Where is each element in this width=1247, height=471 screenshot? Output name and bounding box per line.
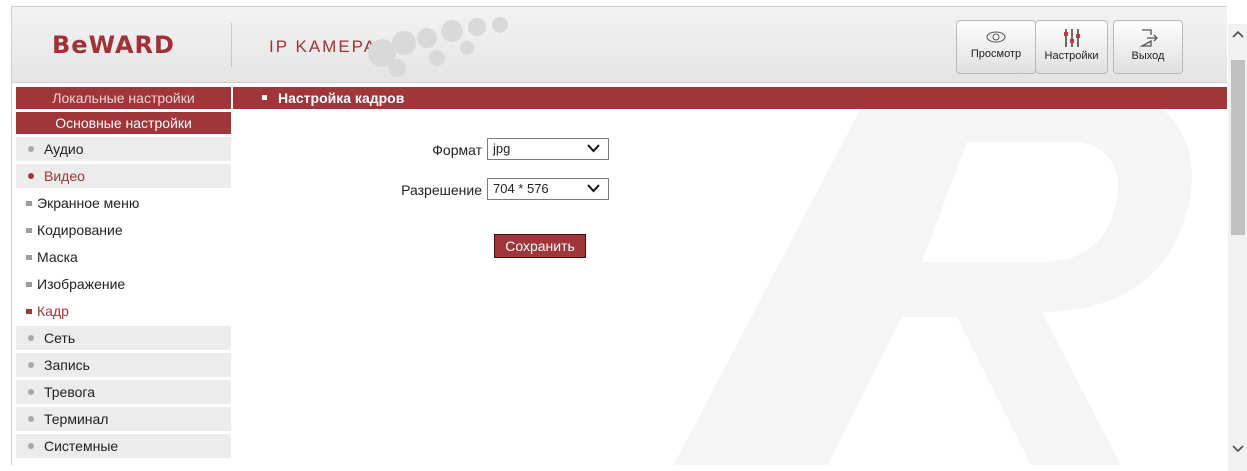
save-button[interactable]: Сохранить [494,234,586,258]
header: BeWARD IP KAMEPA Просмотр Настройки Выхо… [12,7,1227,83]
settings-button[interactable]: Настройки [1035,20,1108,74]
bullet-icon [28,173,34,179]
scroll-down-icon[interactable] [1232,444,1244,453]
bullet-icon [28,416,34,422]
section-title: Настройка кадров [278,90,405,106]
section-title-bar: Настройка кадров [233,87,1227,109]
exit-button-label: Выход [1131,50,1165,62]
scrollbar-thumb[interactable] [1231,60,1245,235]
format-row: Формат [312,139,482,161]
resolution-select-value: 704 * 576 [493,181,549,196]
world-map-decoration [368,17,508,77]
sidebar-sub-image[interactable]: Изображение [16,272,231,296]
view-button-label: Просмотр [970,48,1022,60]
format-select[interactable]: jpg [487,138,609,160]
sidebar-sub-label: Маска [37,249,78,265]
sidebar-item-label: Сеть [44,330,76,346]
sidebar-item-label: Аудио [44,141,84,157]
sidebar-sub-mask[interactable]: Маска [16,245,231,269]
sidebar-item-audio[interactable]: Аудио [16,137,231,161]
format-label: Формат [432,142,482,158]
format-select-value: jpg [493,141,511,156]
sidebar: Локальные настройки Основные настройки А… [16,87,231,461]
sidebar-item-label: Тревога [44,384,95,400]
sidebar-sub-label: Изображение [37,276,126,292]
app-frame: BeWARD IP KAMEPA Просмотр Настройки Выхо… [11,6,1227,465]
sidebar-sub-osd[interactable]: Экранное меню [16,191,231,215]
bullet-icon [262,95,267,100]
resolution-row: Разрешение [312,179,482,201]
resolution-select[interactable]: 704 * 576 [487,178,609,200]
sidebar-item-label: Системные [44,438,119,454]
bullet-icon [26,309,32,314]
scroll-up-icon[interactable] [1232,30,1244,39]
sidebar-item-system[interactable]: Системные [16,434,231,458]
bullet-icon [28,389,34,395]
bullet-icon [26,228,32,233]
bullet-icon [26,255,32,260]
bullet-icon [28,146,34,152]
sidebar-item-network[interactable]: Сеть [16,326,231,350]
header-divider [231,23,232,67]
eye-icon [986,31,1006,43]
resolution-label: Разрешение [401,182,482,198]
exit-icon [1139,29,1158,47]
sidebar-main-settings[interactable]: Основные настройки [16,112,231,134]
sidebar-sub-frame[interactable]: Кадр [16,299,231,323]
sidebar-item-video[interactable]: Видео [16,164,231,188]
bullet-icon [28,335,34,341]
bullet-icon [28,443,34,449]
sidebar-item-record[interactable]: Запись [16,353,231,377]
bullet-icon [26,282,32,287]
sidebar-item-label: Видео [44,168,85,184]
exit-button[interactable]: Выход [1113,20,1183,74]
sidebar-item-label: Запись [44,357,90,373]
settings-button-label: Настройки [1044,50,1099,62]
sidebar-sub-label: Кодирование [37,222,123,238]
watermark-decoration [673,87,1192,465]
chevron-down-icon [587,184,600,193]
sidebar-local-settings[interactable]: Локальные настройки [16,87,231,109]
sidebar-item-alarm[interactable]: Тревога [16,380,231,404]
bullet-icon [28,362,34,368]
sidebar-item-label: Терминал [44,411,109,427]
beward-logo: BeWARD [52,31,175,59]
bullet-icon [26,201,32,206]
chevron-down-icon [587,144,600,153]
sidebar-item-terminal[interactable]: Терминал [16,407,231,431]
view-button[interactable]: Просмотр [956,20,1036,74]
sidebar-sub-encoding[interactable]: Кодирование [16,218,231,242]
sidebar-sub-label: Кадр [37,303,69,319]
sidebar-sub-label: Экранное меню [37,195,140,211]
sliders-icon [1063,29,1080,47]
